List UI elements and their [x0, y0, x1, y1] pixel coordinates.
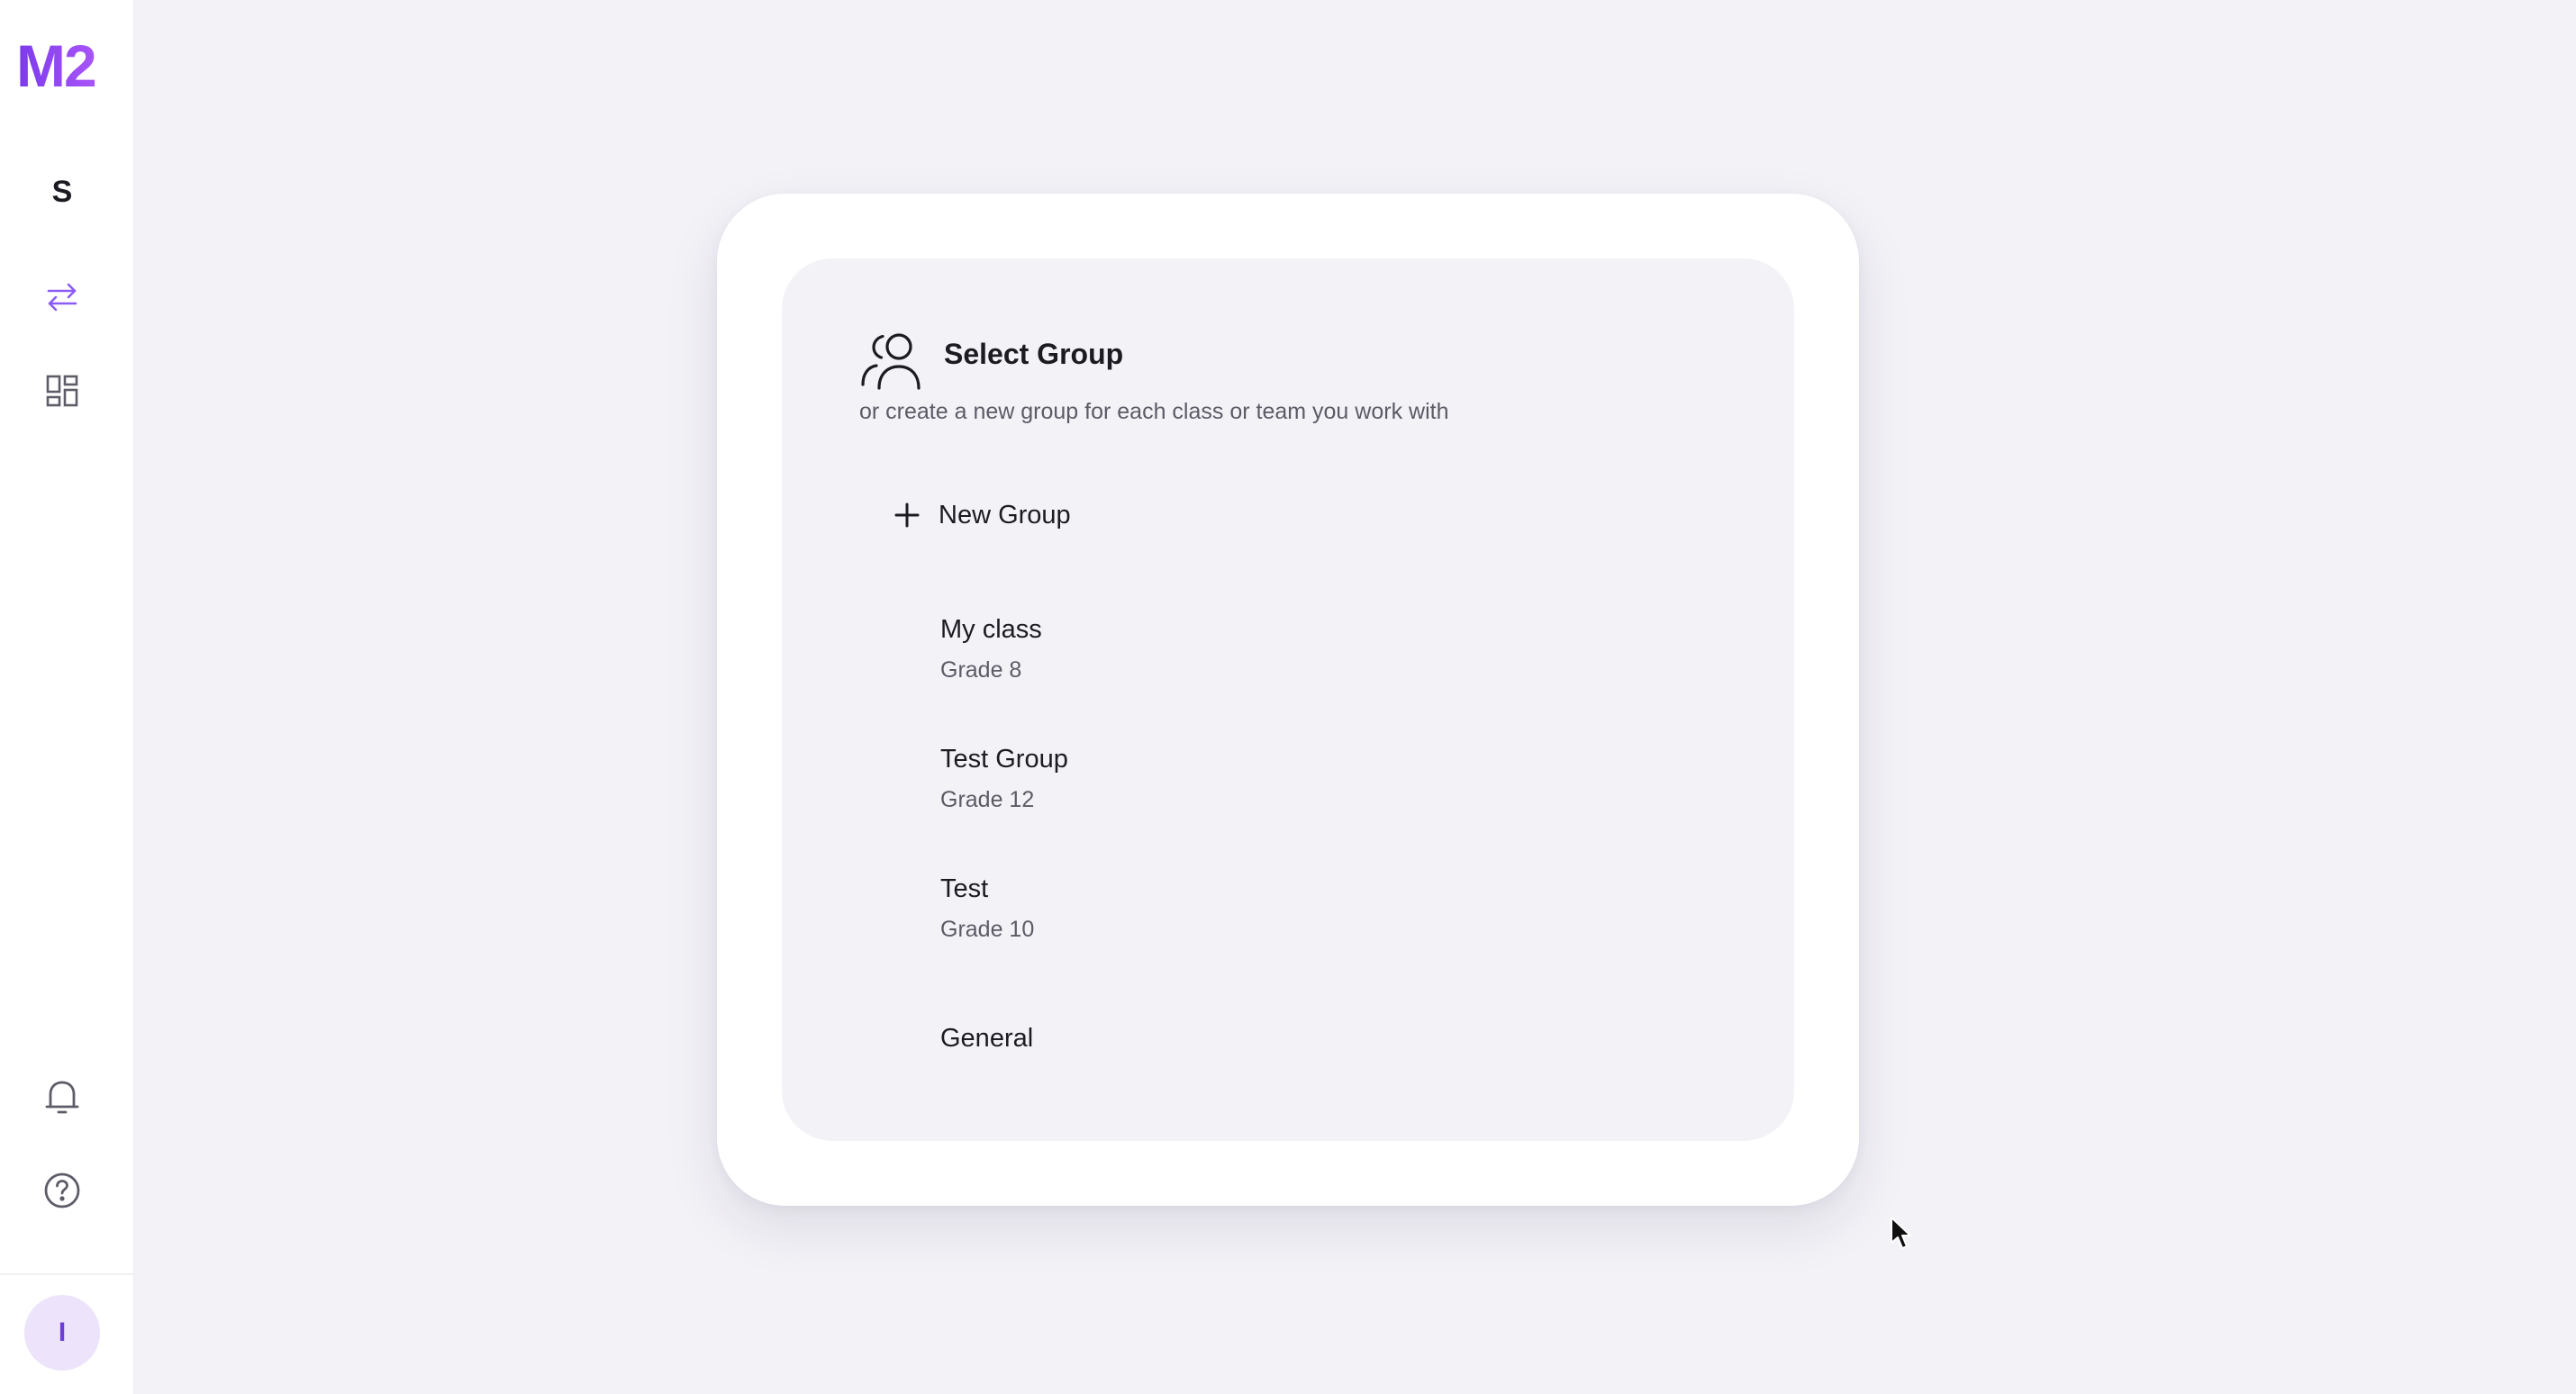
users-icon — [859, 329, 928, 392]
select-group-panel: Select Group or create a new group for e… — [782, 258, 1794, 1141]
new-group-label: New Group — [939, 500, 1071, 530]
m2-logo[interactable]: M2 — [16, 34, 110, 97]
group-item-general[interactable]: General — [940, 1020, 1715, 1056]
group-name: Test Group — [940, 745, 1068, 774]
dialog-subtitle: or create a new group for each class or … — [859, 399, 1449, 424]
user-avatar[interactable]: I — [24, 1295, 100, 1371]
switch-arrows-icon[interactable] — [39, 274, 86, 321]
plus-icon — [894, 502, 920, 528]
mouse-cursor-icon — [1890, 1216, 1915, 1252]
group-item-test[interactable]: Test Grade 10 — [940, 871, 1715, 945]
select-group-dialog: Select Group or create a new group for e… — [717, 194, 1859, 1206]
group-grade: Grade 10 — [940, 917, 1035, 942]
sidebar: M2 S I — [0, 0, 134, 1394]
group-item-my-class[interactable]: My class Grade 8 — [940, 611, 1715, 685]
dashboard-grid-icon[interactable] — [39, 367, 86, 414]
workspace-initial[interactable]: S — [0, 175, 124, 210]
group-grade: Grade 8 — [940, 657, 1022, 683]
group-item-test-group[interactable]: Test Group Grade 12 — [940, 741, 1715, 815]
group-grade: Grade 12 — [940, 787, 1035, 812]
new-group-button[interactable]: New Group — [893, 493, 1071, 538]
group-name: General — [940, 1024, 1034, 1053]
group-name: My class — [940, 615, 1042, 644]
group-name: Test — [940, 874, 989, 903]
bell-icon[interactable] — [39, 1073, 86, 1120]
help-circle-icon[interactable] — [39, 1167, 86, 1214]
sidebar-divider — [0, 1273, 133, 1275]
logo-text: M2 — [16, 34, 95, 97]
dialog-title: Select Group — [944, 338, 1124, 370]
